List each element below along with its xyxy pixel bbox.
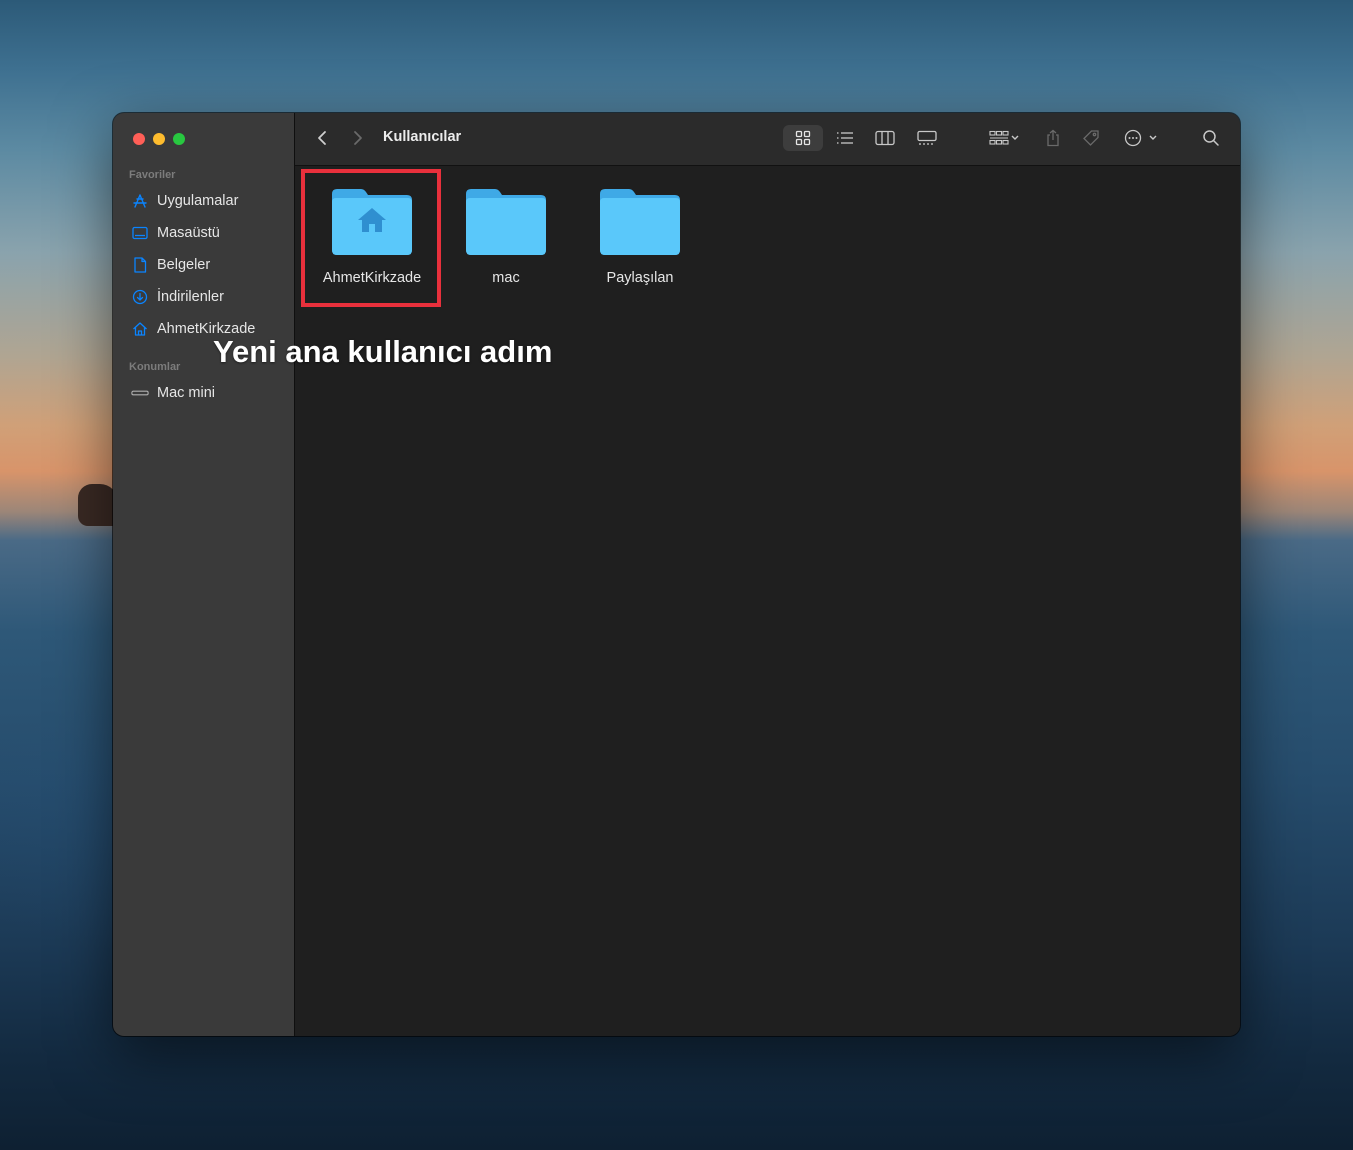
folder-label: Paylaşılan — [606, 270, 674, 286]
search-icon — [1203, 130, 1219, 146]
gallery-view-button[interactable] — [909, 125, 945, 151]
zoom-button[interactable] — [173, 133, 185, 145]
more-icon — [1124, 129, 1157, 147]
folder-icon — [600, 189, 680, 255]
home-folder-icon — [332, 189, 412, 255]
traffic-lights — [133, 133, 185, 145]
forward-button[interactable] — [349, 125, 367, 151]
mac-mini-icon — [131, 384, 149, 402]
desktop-icon — [131, 224, 149, 242]
document-icon — [131, 256, 149, 274]
toolbar: Kullanıcılar — [295, 113, 1240, 166]
share-button[interactable] — [1041, 125, 1065, 151]
downloads-icon — [131, 288, 149, 306]
finder-window: Favoriler Uygulamalar Masaüstü Belgeler … — [113, 113, 1240, 1036]
icon-view-button[interactable] — [783, 125, 823, 151]
gallery-view-icon — [917, 130, 937, 145]
folder-item-paylasilan[interactable]: Paylaşılan — [575, 186, 705, 286]
annotation-text: Yeni ana kullanıcı adım — [213, 334, 553, 369]
desktop-wallpaper-rock — [78, 484, 118, 526]
sidebar-item-documents[interactable]: Belgeler — [131, 254, 210, 276]
folder-label: AhmetKirkzade — [322, 270, 422, 286]
column-view-icon — [875, 130, 895, 146]
sidebar-item-desktop[interactable]: Masaüstü — [131, 222, 220, 244]
more-button[interactable] — [1121, 125, 1161, 151]
sidebar-section-favorites: Favoriler — [129, 169, 176, 181]
folder-label: mac — [492, 270, 520, 286]
sidebar-item-downloads[interactable]: İndirilenler — [131, 286, 224, 308]
share-icon — [1047, 129, 1059, 147]
back-button[interactable] — [313, 125, 331, 151]
folder-icon — [466, 189, 546, 255]
sidebar-item-label: Mac mini — [157, 385, 216, 401]
sidebar-item-label: Belgeler — [157, 257, 211, 273]
list-view-icon — [837, 132, 853, 144]
group-icon — [989, 130, 1019, 145]
folder-item-ahmetkirkzade[interactable]: AhmetKirkzade — [307, 186, 437, 286]
minimize-button[interactable] — [153, 133, 165, 145]
applications-icon — [131, 192, 149, 210]
file-browser-content: AhmetKirkzade mac Paylaşılan — [295, 166, 1240, 1036]
folder-item-mac[interactable]: mac — [441, 186, 571, 286]
sidebar-item-applications[interactable]: Uygulamalar — [131, 190, 238, 212]
tag-button[interactable] — [1079, 125, 1103, 151]
chevron-right-icon — [354, 131, 362, 145]
search-button[interactable] — [1199, 125, 1223, 151]
home-icon — [131, 320, 149, 338]
sidebar: Favoriler Uygulamalar Masaüstü Belgeler … — [113, 113, 295, 1036]
icon-view-icon — [795, 130, 811, 146]
close-button[interactable] — [133, 133, 145, 145]
path-title: Kullanıcılar — [383, 129, 462, 145]
group-button[interactable] — [985, 125, 1025, 151]
column-view-button[interactable] — [867, 125, 903, 151]
tag-icon — [1083, 130, 1099, 146]
sidebar-item-label: Uygulamalar — [157, 193, 239, 209]
sidebar-item-label: Masaüstü — [157, 225, 220, 241]
sidebar-item-mac-mini[interactable]: Mac mini — [131, 382, 215, 404]
sidebar-item-label: İndirilenler — [157, 289, 224, 305]
list-view-button[interactable] — [827, 125, 863, 151]
chevron-left-icon — [318, 131, 326, 145]
sidebar-section-locations: Konumlar — [129, 361, 181, 373]
